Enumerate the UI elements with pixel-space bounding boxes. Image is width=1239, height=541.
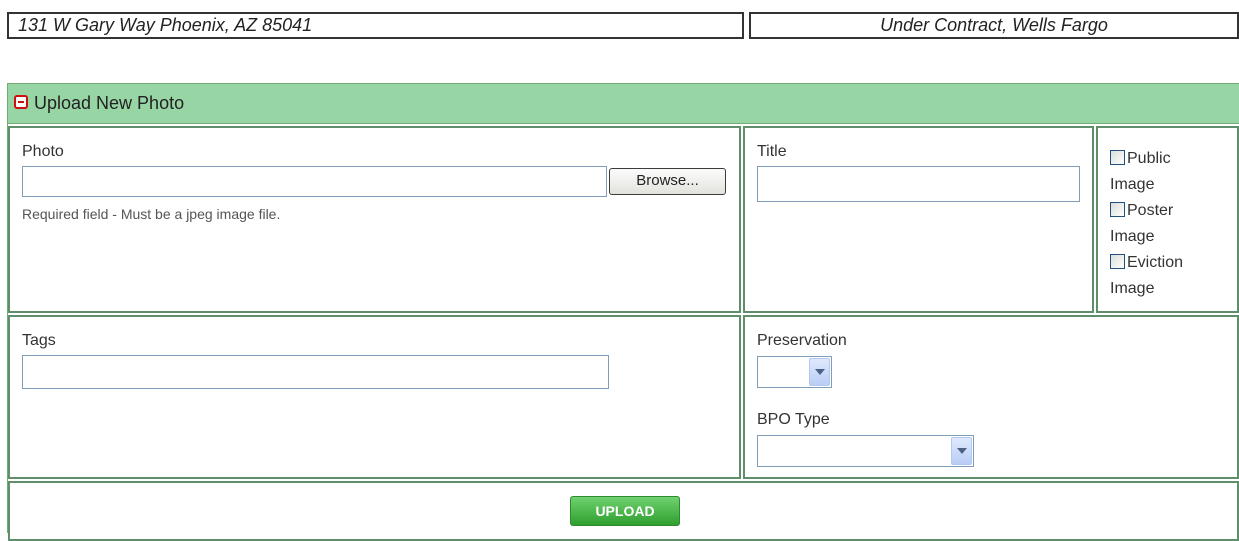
- browse-button[interactable]: Browse...: [609, 168, 726, 195]
- image-flags-cell: Public Image Poster Image Eviction Image: [1096, 126, 1239, 313]
- eviction-image-checkbox[interactable]: [1110, 254, 1125, 269]
- chevron-down-icon[interactable]: [809, 358, 830, 386]
- upload-photo-panel: Upload New Photo Photo Browse... Require…: [7, 83, 1239, 541]
- photo-file-input[interactable]: [22, 166, 607, 197]
- classification-cell: Preservation BPO Type: [743, 315, 1239, 479]
- public-image-label-2: Image: [1110, 176, 1155, 193]
- title-label: Title: [757, 143, 787, 160]
- tags-cell: Tags: [8, 315, 741, 479]
- upload-button[interactable]: UPLOAD: [570, 496, 680, 526]
- tags-label: Tags: [22, 332, 56, 349]
- property-status: Under Contract, Wells Fargo: [749, 12, 1239, 39]
- poster-image-label-2: Image: [1110, 228, 1155, 245]
- eviction-image-label-1: Eviction: [1127, 254, 1184, 271]
- preservation-label: Preservation: [757, 332, 847, 349]
- poster-image-option[interactable]: Poster Image: [1110, 198, 1173, 250]
- minus-square-icon[interactable]: [14, 95, 28, 109]
- poster-image-label-1: Poster: [1127, 202, 1174, 219]
- bpo-type-select[interactable]: [757, 435, 974, 467]
- title-cell: Title: [743, 126, 1094, 313]
- public-image-checkbox[interactable]: [1110, 150, 1125, 165]
- panel-title: Upload New Photo: [34, 93, 185, 113]
- eviction-image-label-2: Image: [1110, 280, 1155, 297]
- title-input[interactable]: [757, 166, 1080, 202]
- preservation-select[interactable]: [757, 356, 832, 388]
- poster-image-checkbox[interactable]: [1110, 202, 1125, 217]
- bpo-type-label: BPO Type: [757, 411, 830, 428]
- public-image-label-1: Public: [1127, 150, 1171, 167]
- chevron-down-icon[interactable]: [951, 437, 972, 465]
- photo-hint: Required field - Must be a jpeg image fi…: [22, 206, 281, 222]
- property-address: 131 W Gary Way Phoenix, AZ 85041: [7, 12, 744, 39]
- photo-label: Photo: [22, 143, 64, 160]
- panel-header[interactable]: Upload New Photo: [8, 84, 1239, 124]
- eviction-image-option[interactable]: Eviction Image: [1110, 250, 1183, 302]
- photo-cell: Photo Browse... Required field - Must be…: [8, 126, 741, 313]
- tags-input[interactable]: [22, 355, 609, 389]
- public-image-option[interactable]: Public Image: [1110, 146, 1171, 198]
